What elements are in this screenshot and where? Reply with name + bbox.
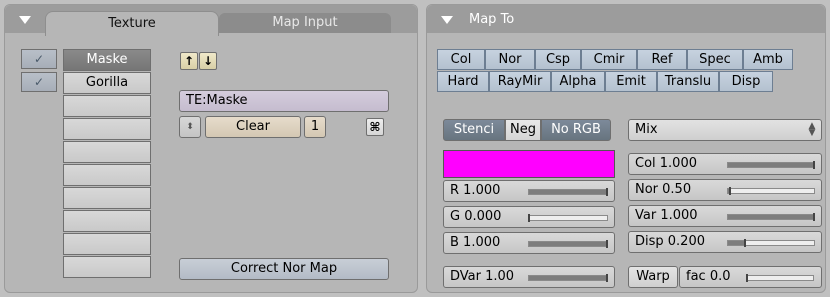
panel-title: Map To	[469, 12, 515, 27]
map-to-disp-toggle[interactable]: Disp	[719, 71, 773, 92]
var-factor-fill	[728, 215, 814, 219]
map-to-row-1: Col Nor Csp Cmir Ref Spec Amb	[437, 49, 823, 71]
disp-factor-fill	[728, 241, 746, 245]
slider-handle[interactable]	[528, 214, 530, 222]
dvar-fill	[529, 276, 607, 280]
map-to-alpha-toggle[interactable]: Alpha	[551, 71, 605, 92]
r-slider[interactable]: R 1.000	[443, 180, 615, 202]
b-slider-track	[528, 240, 608, 248]
map-to-amb-toggle[interactable]: Amb	[743, 49, 793, 70]
blend-mode-select[interactable]: Mix ▲ ▼	[628, 119, 822, 141]
texture-slot[interactable]	[63, 256, 151, 278]
map-to-csp-toggle[interactable]: Csp	[535, 49, 581, 70]
slider-handle[interactable]	[728, 187, 731, 195]
updown-arrows-icon: ▲ ▼	[808, 121, 816, 138]
disp-factor-track	[727, 239, 815, 247]
browse-texture-button[interactable]: ⬍	[179, 116, 201, 138]
g-slider[interactable]: G 0.000	[443, 206, 615, 228]
warp-fac-track	[746, 274, 814, 282]
slider-handle[interactable]	[813, 161, 815, 169]
warp-toggle[interactable]: Warp	[628, 266, 678, 288]
users-count[interactable]: 1	[304, 116, 326, 138]
collapse-triangle-icon[interactable]	[441, 16, 453, 24]
map-to-nor-toggle[interactable]: Nor	[485, 49, 535, 70]
r-slider-fill	[529, 190, 607, 194]
col-factor-slider[interactable]: Col 1.000	[628, 153, 822, 175]
var-factor-label: Var 1.000	[635, 208, 698, 223]
map-to-emit-toggle[interactable]: Emit	[605, 71, 657, 92]
col-factor-track	[727, 161, 815, 169]
g-slider-track	[528, 214, 608, 222]
map-to-col-toggle[interactable]: Col	[437, 49, 485, 70]
texture-slot[interactable]	[63, 141, 151, 163]
b-slider-fill	[529, 242, 607, 246]
var-factor-track	[727, 213, 815, 221]
warp-fac-slider[interactable]: fac 0.0	[679, 266, 822, 288]
tab-map-input[interactable]: Map Input	[219, 13, 391, 33]
collapse-triangle-icon[interactable]	[19, 16, 31, 24]
nor-factor-slider[interactable]: Nor 0.50	[628, 179, 822, 201]
map-to-cmir-toggle[interactable]: Cmir	[581, 49, 637, 70]
texture-color-swatch[interactable]	[443, 150, 615, 178]
disp-factor-slider[interactable]: Disp 0.200	[628, 231, 822, 253]
texture-slot[interactable]	[63, 233, 151, 255]
map-to-spec-toggle[interactable]: Spec	[687, 49, 743, 70]
slider-handle[interactable]	[746, 274, 748, 282]
r-slider-label: R 1.000	[450, 183, 501, 198]
clear-button[interactable]: Clear	[205, 116, 301, 138]
slider-handle[interactable]	[606, 188, 608, 196]
warp-fac-label: fac 0.0	[686, 269, 731, 284]
texture-slot[interactable]	[63, 187, 151, 209]
neg-toggle[interactable]: Neg	[505, 119, 541, 141]
blend-mode-value: Mix	[635, 122, 658, 137]
disp-factor-label: Disp 0.200	[635, 234, 705, 249]
r-slider-track	[528, 188, 608, 196]
col-factor-label: Col 1.000	[635, 156, 697, 171]
dvar-track	[528, 274, 608, 282]
slider-handle[interactable]	[813, 213, 815, 221]
correct-nor-map-button[interactable]: Correct Nor Map	[179, 258, 389, 280]
nor-factor-track	[727, 187, 815, 195]
no-rgb-toggle[interactable]: No RGB	[541, 119, 611, 141]
texture-name-field[interactable]: TE:Maske	[179, 90, 389, 112]
move-up-icon[interactable]: ↑	[180, 52, 198, 70]
map-to-translu-toggle[interactable]: Translu	[657, 71, 719, 92]
texture-panel: Texture Map Input ✓ Maske ✓ Gorilla ↑ ↓ TE:…	[4, 4, 418, 293]
texture-slot[interactable]: Maske	[63, 49, 151, 71]
map-to-panel: Map To Col Nor Csp Cmir Ref Spec Amb Hard RayMi…	[426, 4, 826, 293]
move-down-icon[interactable]: ↓	[199, 52, 217, 70]
g-slider-label: G 0.000	[450, 209, 502, 224]
map-to-ref-toggle[interactable]: Ref	[637, 49, 687, 70]
tab-texture[interactable]: Texture	[45, 11, 219, 36]
slider-handle[interactable]	[606, 240, 608, 248]
map-to-hard-toggle[interactable]: Hard	[437, 71, 489, 92]
slider-handle[interactable]	[606, 274, 608, 282]
texture-slot[interactable]	[63, 95, 151, 117]
var-factor-slider[interactable]: Var 1.000	[628, 205, 822, 227]
slot-enable-checkbox[interactable]: ✓	[21, 72, 57, 92]
dvar-label: DVar 1.00	[450, 269, 515, 284]
b-slider-label: B 1.000	[450, 235, 501, 250]
b-slider[interactable]: B 1.000	[443, 232, 615, 254]
texture-slot[interactable]	[63, 164, 151, 186]
texture-slot[interactable]	[63, 210, 151, 232]
texture-slot[interactable]: Gorilla	[63, 72, 151, 94]
slot-enable-checkbox[interactable]: ✓	[21, 49, 57, 69]
map-to-raymir-toggle[interactable]: RayMir	[489, 71, 551, 92]
dvar-slider[interactable]: DVar 1.00	[443, 266, 615, 288]
fake-user-icon[interactable]: ⌘	[366, 118, 384, 136]
col-factor-fill	[728, 163, 814, 167]
texture-slot[interactable]	[63, 118, 151, 140]
nor-factor-label: Nor 0.50	[635, 182, 692, 197]
slider-handle[interactable]	[744, 239, 747, 247]
stencil-toggle[interactable]: Stenci	[443, 119, 505, 141]
map-to-row-2: Hard RayMir Alpha Emit Translu Disp	[437, 71, 823, 93]
